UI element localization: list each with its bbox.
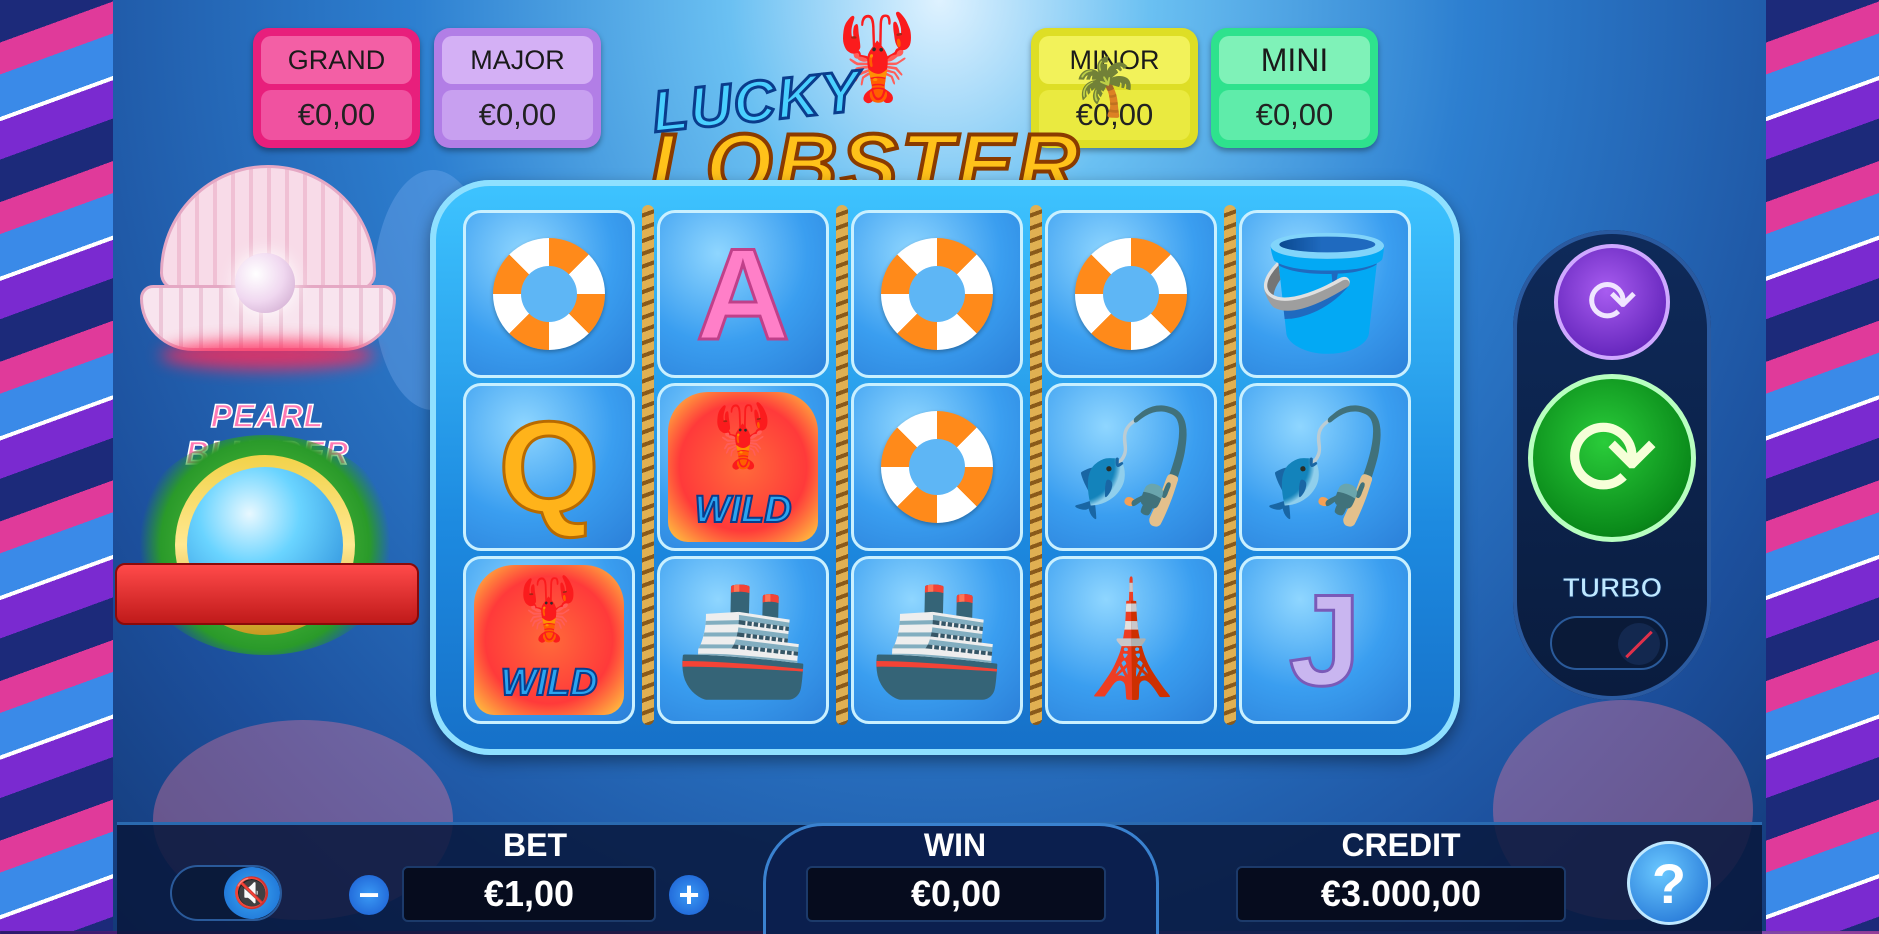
lobster-icon: 🦞 <box>510 575 588 644</box>
ribbon-banner <box>115 563 419 625</box>
wild-symbol: 🦞 WILD <box>474 565 624 715</box>
lighthouse-icon: 🗼 <box>1062 578 1200 701</box>
game-logo: 🦞 🌴 LUCKY LOBSTER <box>630 8 1150 215</box>
reel-grid: A 🪣 Q 🦞 WILD 🎣 🎣 🦞 WILD 🚢 🚢 🗼 J <box>463 210 1413 730</box>
bet-value: €1,00 <box>402 866 656 922</box>
life-ring-icon <box>493 238 605 350</box>
credit-value: €3.000,00 <box>1236 866 1566 922</box>
fishing-rod-icon: 🎣 <box>1062 405 1200 528</box>
reel-cell <box>1045 210 1217 378</box>
clam-shell-icon <box>140 165 396 365</box>
reel-cell: 🚢 <box>851 556 1023 724</box>
wild-symbol: 🦞 WILD <box>668 392 818 542</box>
left-background-stripes <box>0 0 113 931</box>
jackpot-mini-label: MINI <box>1219 36 1370 84</box>
lobster-icon: 🦞 <box>704 402 782 471</box>
jackpot-grand-value: €0,00 <box>261 90 412 140</box>
fishing-boat-icon: 🚢 <box>868 578 1006 701</box>
reel-cell <box>463 210 635 378</box>
reel-cell: 🗼 <box>1045 556 1217 724</box>
shell-glow <box>160 340 375 370</box>
jackpot-major: MAJOR €0,00 <box>434 28 601 148</box>
turbo-slash <box>1625 630 1653 658</box>
life-ring-icon <box>881 238 993 350</box>
reel-cell: 🚢 <box>657 556 829 724</box>
jackpot-major-value: €0,00 <box>442 90 593 140</box>
sound-toggle[interactable]: 🔇 <box>170 865 282 921</box>
reel-cell <box>851 383 1023 551</box>
win-label: WIN <box>923 827 987 863</box>
help-button[interactable]: ? <box>1627 841 1711 925</box>
life-ring-icon <box>881 411 993 523</box>
autoplay-button[interactable]: ⟳ <box>1554 244 1670 360</box>
reel-cell: 🦞 WILD <box>463 556 635 724</box>
win-value: €0,00 <box>806 866 1106 922</box>
bet-decrease-button[interactable]: − <box>349 874 389 915</box>
turbo-toggle[interactable] <box>1550 616 1668 670</box>
reel-cell: 🎣 <box>1045 383 1217 551</box>
right-background-stripes <box>1766 0 1879 931</box>
reel-cell: 🦞 WILD <box>657 383 829 551</box>
jackpot-major-label: MAJOR <box>442 36 593 84</box>
fishing-boat-icon: 🚢 <box>674 578 812 701</box>
reel-cell: Q <box>463 383 635 551</box>
spin-icon: ⟳ <box>1565 397 1659 520</box>
spin-button[interactable]: ⟳ <box>1528 374 1696 542</box>
letter-j-symbol: J <box>1287 566 1362 715</box>
bet-increase-button[interactable]: + <box>669 874 709 915</box>
bet-label: BET <box>503 827 567 863</box>
sound-muted-icon: 🔇 <box>224 867 280 919</box>
wild-text: WILD <box>693 488 792 532</box>
credit-label: CREDIT <box>1341 827 1461 863</box>
bonus-orb-meter <box>115 435 419 675</box>
letter-q-symbol: Q <box>497 393 601 542</box>
reel-cell: A <box>657 210 829 378</box>
autoplay-icon: ⟳ <box>1586 268 1638 335</box>
turbo-label: TURBO <box>1562 572 1663 604</box>
pearl-icon <box>235 253 295 313</box>
reel-cell: J <box>1239 556 1411 724</box>
turbo-off-icon <box>1618 623 1660 665</box>
fish-bucket-icon: 🪣 <box>1256 232 1394 355</box>
jackpot-mini-value: €0,00 <box>1219 90 1370 140</box>
jackpot-grand-label: GRAND <box>261 36 412 84</box>
life-ring-icon <box>1075 238 1187 350</box>
palm-tree-icon: 🌴 <box>1070 55 1140 118</box>
fishing-rod-icon: 🎣 <box>1256 405 1394 528</box>
wild-text: WILD <box>499 661 598 705</box>
letter-a-symbol: A <box>695 220 792 369</box>
reel-cell: 🪣 <box>1239 210 1411 378</box>
jackpot-grand: GRAND €0,00 <box>253 28 420 148</box>
jackpot-mini: MINI €0,00 <box>1211 28 1378 148</box>
reel-cell <box>851 210 1023 378</box>
reel-cell: 🎣 <box>1239 383 1411 551</box>
